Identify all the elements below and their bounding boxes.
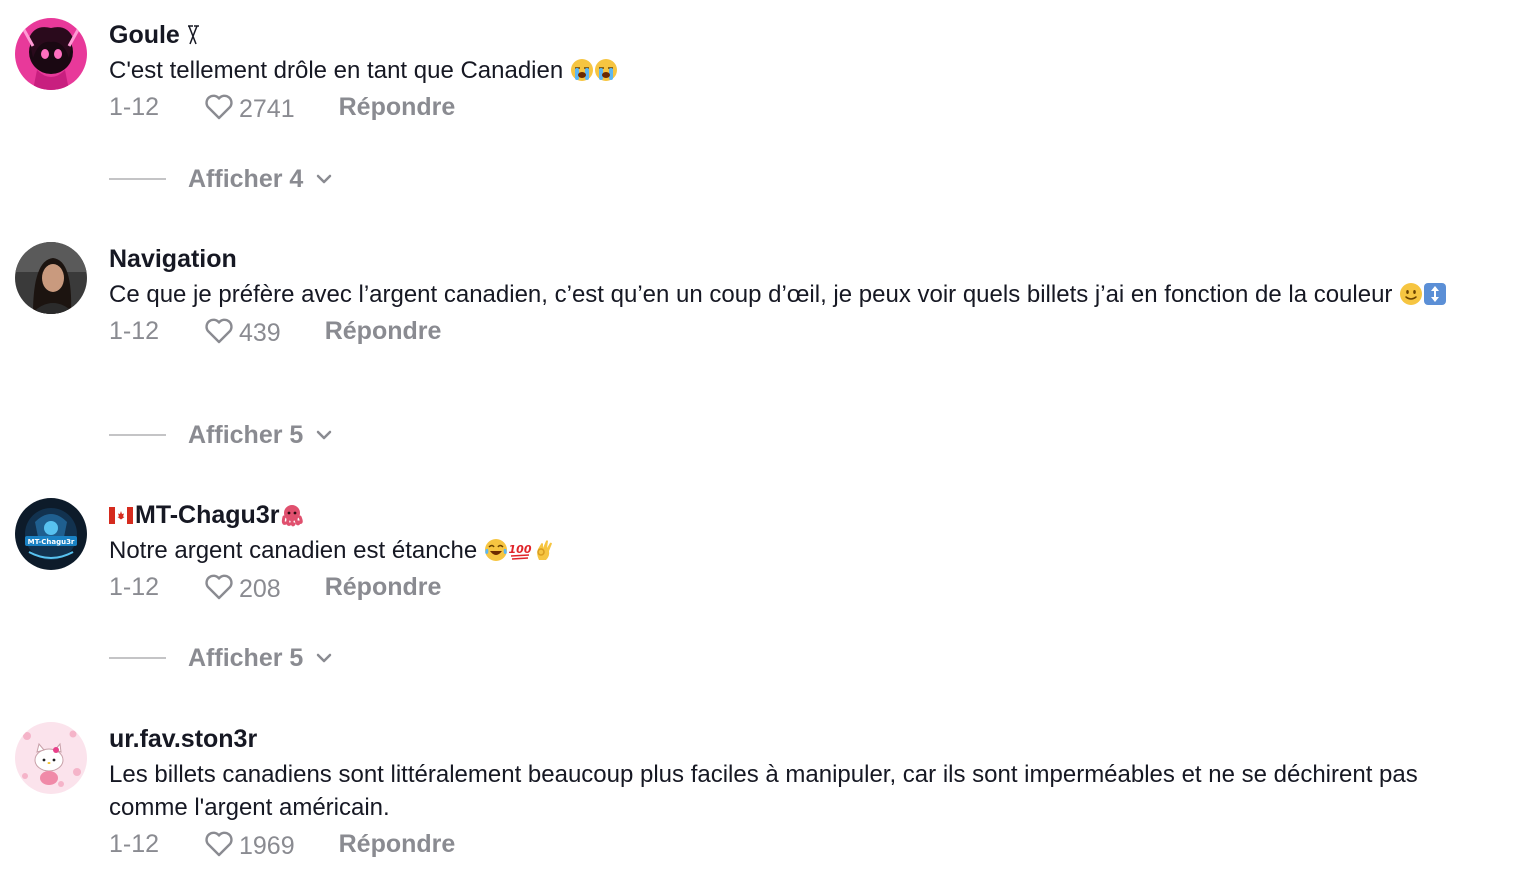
like-count: 208 (239, 574, 281, 603)
reply-button[interactable]: Répondre (339, 93, 456, 122)
up-down-arrow-emoji (1424, 283, 1447, 305)
like-button[interactable]: 439 (203, 315, 281, 348)
like-count: 1969 (239, 831, 295, 860)
comment-list: Goule C'est tellement drôle en tant que … (0, 0, 1522, 878)
reply-button[interactable]: Répondre (325, 317, 442, 346)
loudly-crying-face-emoji (570, 59, 593, 81)
view-replies-label: Afficher 5 (188, 420, 304, 449)
username[interactable]: Goule (109, 18, 1502, 52)
view-replies-button[interactable]: Afficher 5 (109, 417, 335, 453)
view-replies-label: Afficher 4 (188, 164, 304, 193)
like-count: 439 (239, 318, 281, 347)
dark-logo-avatar-icon: MT-Chagu3r (15, 498, 87, 570)
reply-button[interactable]: Répondre (325, 573, 442, 602)
comment-meta: 1-12 208 Répondre (109, 569, 1502, 605)
view-replies-button[interactable]: Afficher 5 (109, 640, 335, 676)
slightly-smiling-face-emoji (1400, 283, 1423, 305)
comment-text: Les billets canadiens sont littéralement… (109, 761, 1418, 821)
pink-anime-avatar-icon (15, 18, 87, 90)
divider (109, 657, 166, 659)
comment-date: 1-12 (109, 316, 160, 345)
reply-button[interactable]: Répondre (339, 830, 456, 859)
avatar[interactable] (15, 18, 87, 90)
octopus-icon (282, 505, 304, 527)
comment-date: 1-12 (109, 572, 160, 601)
comment-meta: 1-12 2741 Répondre (109, 89, 1502, 125)
heart-icon (205, 318, 233, 344)
heart-icon (205, 94, 233, 120)
username[interactable]: MT-Chagu3r (109, 498, 1502, 532)
comment-text: Notre argent canadien est étanche 100 (109, 534, 1502, 567)
chevron-down-icon (317, 653, 332, 663)
username[interactable]: Navigation (109, 242, 1502, 276)
comment-text: C'est tellement drôle en tant que Canadi… (109, 54, 1502, 87)
svg-text:100: 100 (508, 543, 531, 556)
comment-meta: 1-12 439 Répondre (109, 313, 1502, 349)
hundred-points-emoji: 100 (508, 543, 532, 560)
like-button[interactable]: 2741 (203, 91, 295, 124)
chevron-down-icon (317, 430, 332, 440)
divider (109, 434, 166, 436)
ok-hand-emoji (537, 540, 552, 560)
avatar[interactable]: MT-Chagu3r (15, 498, 87, 570)
photo-avatar-icon (15, 242, 87, 314)
avatar[interactable] (15, 722, 87, 794)
comment-date: 1-12 (109, 829, 160, 858)
heart-icon (205, 831, 233, 857)
like-button[interactable]: 208 (203, 571, 281, 604)
view-replies-button[interactable]: Afficher 4 (109, 161, 335, 197)
scissors-icon (187, 25, 199, 45)
canada-flag-icon (109, 506, 133, 524)
tears-of-joy-emoji (484, 539, 507, 561)
like-button[interactable]: 1969 (203, 828, 295, 861)
comment-date: 1-12 (109, 92, 160, 121)
like-count: 2741 (239, 94, 295, 123)
divider (109, 178, 166, 180)
comment-meta: 1-12 1969 Répondre (109, 826, 1502, 862)
comment-text: Ce que je préfère avec l’argent canadien… (109, 278, 1502, 311)
hello-kitty-avatar-icon (15, 722, 87, 794)
avatar[interactable] (15, 242, 87, 314)
view-replies-label: Afficher 5 (188, 643, 304, 672)
chevron-down-icon (317, 174, 332, 184)
username[interactable]: ur.fav.ston3r (109, 722, 1502, 756)
loudly-crying-face-emoji (594, 59, 617, 81)
avatar-text: MT-Chagu3r (28, 538, 75, 546)
heart-icon (205, 574, 233, 600)
